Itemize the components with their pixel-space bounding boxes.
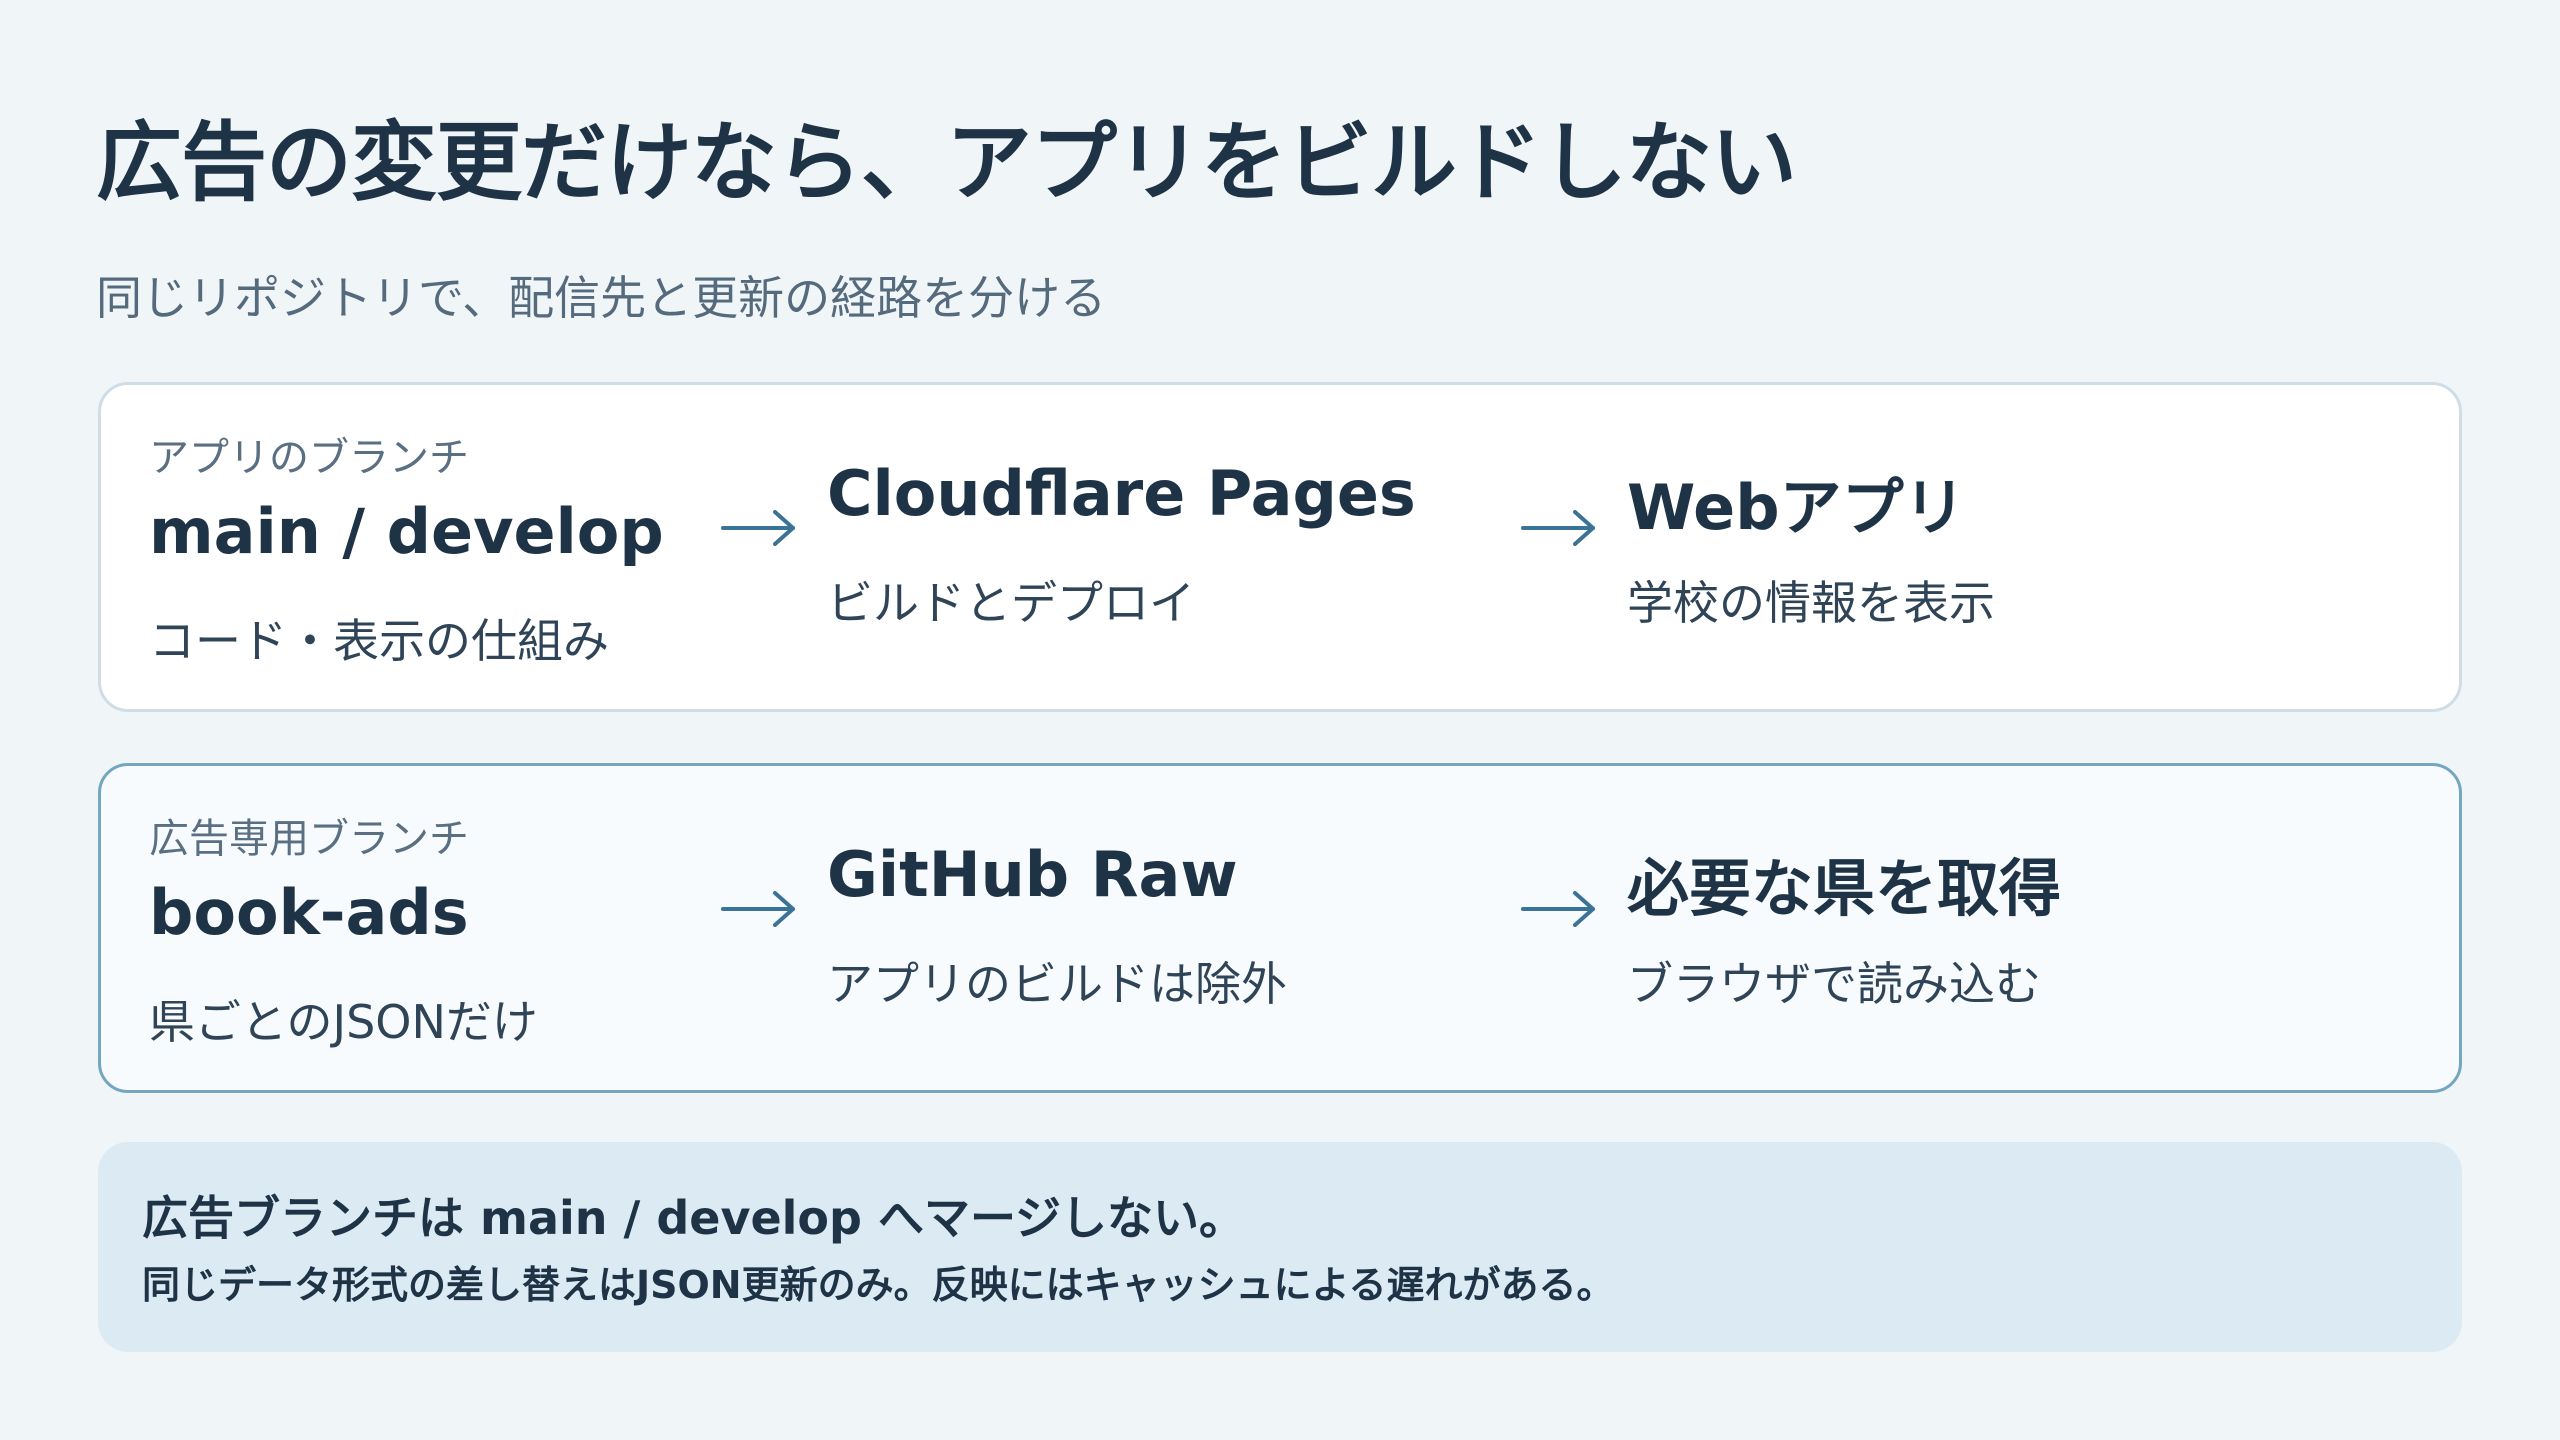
- step-description: アプリのビルドは除外: [827, 957, 1287, 1011]
- step-description: ビルドとデプロイ: [827, 576, 1195, 630]
- step-title: Cloudflare Pages: [827, 457, 1416, 530]
- ads-branch-flow-card: 広告専用ブランチ book-ads 県ごとのJSONだけ GitHub Raw …: [98, 763, 2462, 1093]
- right-arrow-icon: [1521, 510, 1595, 546]
- branch-name: book-ads: [149, 876, 469, 949]
- branch-name: main / develop: [149, 495, 664, 568]
- step-title: Webアプリ: [1627, 471, 1966, 544]
- right-arrow-icon: [1521, 891, 1595, 927]
- note-box: 広告ブランチは main / develop へマージしない。 同じデータ形式の…: [98, 1142, 2462, 1352]
- flow-tag: アプリのブランチ: [149, 435, 469, 481]
- branch-description: 県ごとのJSONだけ: [149, 995, 538, 1049]
- page-subtitle: 同じリポジトリで、配信先と更新の経路を分ける: [96, 271, 1107, 325]
- right-arrow-icon: [721, 510, 795, 546]
- step-title: 必要な県を取得: [1627, 852, 2062, 925]
- right-arrow-icon: [721, 891, 795, 927]
- step-description: 学校の情報を表示: [1627, 576, 1995, 630]
- flow-tag: 広告専用ブランチ: [149, 816, 469, 862]
- app-branch-flow-card: アプリのブランチ main / develop コード・表示の仕組み Cloud…: [98, 382, 2462, 712]
- note-primary-text: 広告ブランチは main / develop へマージしない。: [142, 1191, 1246, 1245]
- branch-description: コード・表示の仕組み: [149, 614, 609, 668]
- page-title: 広告の変更だけなら、アプリをビルドしない: [96, 113, 1797, 213]
- note-secondary-text: 同じデータ形式の差し替えはJSON更新のみ。反映にはキャッシュによる遅れがある。: [142, 1263, 1615, 1307]
- step-title: GitHub Raw: [827, 838, 1238, 911]
- step-description: ブラウザで読み込む: [1627, 957, 2041, 1011]
